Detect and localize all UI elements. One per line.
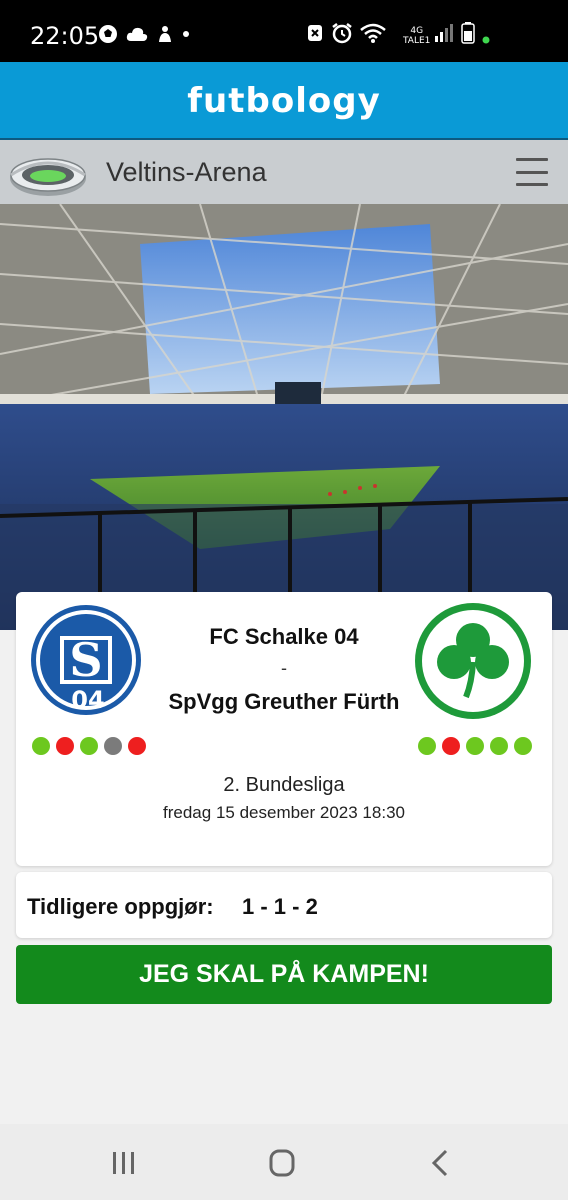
form-dot-loss [56, 737, 74, 755]
form-dot-win [80, 737, 98, 755]
cloud-icon [126, 27, 148, 41]
form-dot-draw [104, 737, 122, 755]
charging-dot-icon [482, 36, 490, 44]
svg-text:S: S [69, 633, 102, 687]
system-nav-bar [0, 1124, 568, 1200]
stadium-photo [0, 204, 568, 630]
brand-logo[interactable]: futbology [187, 81, 380, 121]
stadium-icon [10, 158, 86, 196]
form-dot-win [490, 737, 508, 755]
away-team-name: SpVgg Greuther Fürth [168, 689, 400, 714]
app-header: futbology [0, 62, 568, 140]
form-dot-win [514, 737, 532, 755]
form-dot-win [418, 737, 436, 755]
form-dot-win [32, 737, 50, 755]
soccer-ball-icon [99, 25, 117, 43]
status-bar: 22:05 4G TALE1 [0, 0, 568, 62]
form-dot-loss [128, 737, 146, 755]
status-right-icons [306, 22, 490, 44]
nfc-icon [308, 25, 322, 41]
competition-name: 2. Bundesliga [223, 774, 345, 796]
furth-cloverleaf-crest-icon [415, 603, 531, 719]
svg-text:04: 04 [71, 686, 104, 714]
home-team-name: FC Schalke 04 [209, 624, 359, 649]
battery-icon [461, 22, 475, 44]
wifi-icon [360, 23, 386, 43]
venue-name: Veltins-Arena [106, 157, 267, 187]
status-time: 22:05 [30, 22, 100, 50]
app-notification-icon [159, 26, 171, 42]
attend-match-button[interactable]: JEG SKAL PÅ KAMPEN! [16, 945, 552, 1004]
schalke-crest-icon: S 04 [31, 605, 141, 715]
status-left-icons [98, 24, 190, 44]
recent-apps-icon[interactable] [104, 1148, 144, 1178]
head-to-head-score: 1 - 1 - 2 [242, 894, 318, 919]
head-to-head-label: Tidligere oppgjør: [27, 894, 214, 919]
head-to-head-card: Tidligere oppgjør: 1 - 1 - 2 [16, 872, 552, 938]
away-form-indicator [418, 737, 532, 755]
carrier-name: TALE1 [403, 36, 431, 46]
match-card[interactable]: S 04 FC Schalke 04 - SpVgg Greuther Fürt… [16, 592, 552, 866]
hamburger-menu-icon[interactable] [516, 158, 548, 186]
network-indicator: 4G TALE1 [403, 26, 430, 46]
dot-icon [183, 31, 189, 37]
form-dot-win [466, 737, 484, 755]
network-type: 4G [410, 26, 424, 36]
home-icon[interactable] [262, 1148, 302, 1178]
match-datetime: fredag 15 desember 2023 18:30 [163, 803, 405, 822]
alarm-icon [332, 23, 352, 44]
back-icon[interactable] [420, 1148, 460, 1178]
signal-icon [435, 24, 453, 42]
venue-bar: Veltins-Arena [0, 140, 568, 204]
home-form-indicator [32, 737, 146, 755]
form-dot-loss [442, 737, 460, 755]
team-separator: - [281, 658, 287, 678]
